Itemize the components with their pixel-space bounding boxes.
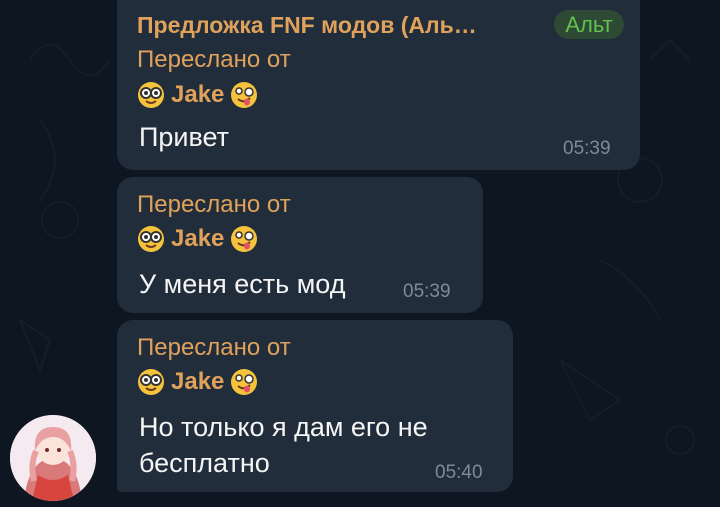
nerd-face-icon [138, 226, 164, 252]
forwarded-from[interactable]: Jake [137, 367, 258, 397]
forwarded-from[interactable]: Jake [137, 224, 258, 254]
sender-avatar[interactable] [10, 415, 96, 501]
forwarded-label: Переслано от [137, 191, 291, 218]
forwarded-label: Переслано от [137, 46, 291, 73]
message-time: 05:40 [435, 462, 483, 483]
channel-name[interactable]: Предложка FNF модов (Аль… [137, 12, 477, 39]
nerd-face-icon [138, 82, 164, 108]
forwarded-name: Jake [171, 368, 225, 395]
zany-face-icon [231, 82, 258, 108]
zany-face-icon [231, 369, 258, 395]
forwarded-from[interactable]: Jake [137, 80, 258, 110]
message-text-line-1: Но только я дам его не [139, 412, 428, 442]
admin-badge: Альт [554, 10, 624, 39]
message-text: У меня есть мод [139, 269, 346, 299]
forwarded-name: Jake [171, 225, 225, 252]
avatar-image [10, 415, 96, 501]
message-bubble-3[interactable]: Переслано от Jake Но только я дам его не… [117, 320, 513, 492]
message-time: 05:39 [403, 281, 451, 302]
zany-face-icon [231, 226, 258, 252]
forwarded-name: Jake [171, 81, 225, 108]
message-time: 05:39 [563, 138, 611, 159]
message-text-line-2: бесплатно [139, 448, 270, 478]
message-bubble-1[interactable]: Предложка FNF модов (Аль… Альт Переслано… [117, 0, 640, 170]
message-text: Привет [139, 122, 230, 152]
forwarded-label: Переслано от [137, 334, 291, 361]
message-bubble-2[interactable]: Переслано от Jake У меня есть мод 05:39 [117, 177, 483, 313]
nerd-face-icon [138, 369, 164, 395]
